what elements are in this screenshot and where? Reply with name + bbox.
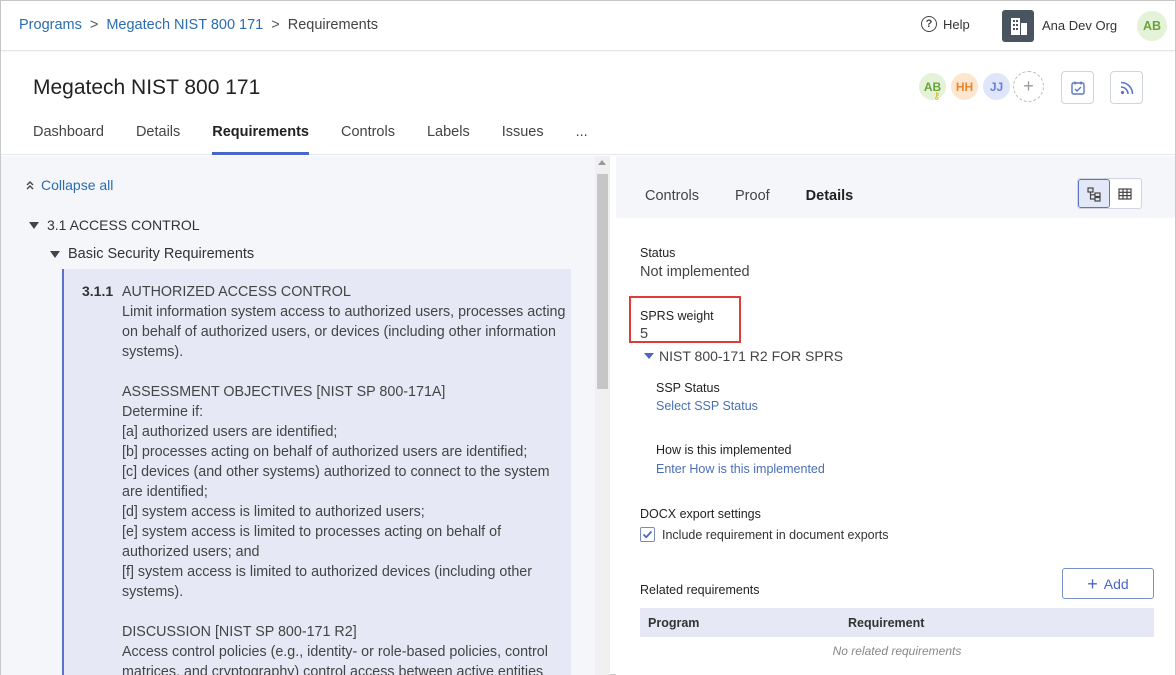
- double-chevron-up-icon: [26, 181, 34, 190]
- details-panel: Controls Proof Details Status Not implem…: [616, 156, 1175, 675]
- scroll-up-icon[interactable]: [598, 160, 606, 165]
- member-avatar[interactable]: JJ: [981, 71, 1012, 102]
- building-icon[interactable]: [1002, 10, 1034, 42]
- key-icon: ⚷: [933, 91, 941, 102]
- program-tabs: Dashboard Details Requirements Controls …: [33, 124, 620, 155]
- nist-group-toggle[interactable]: NIST 800-171 R2 FOR SPRS: [644, 348, 843, 364]
- left-scrollbar[interactable]: [595, 156, 610, 675]
- org-name[interactable]: Ana Dev Org: [1042, 18, 1117, 33]
- breadcrumb: Programs > Megatech NIST 800 171 > Requireme…: [19, 17, 378, 33]
- add-related-button[interactable]: + Add: [1062, 568, 1154, 599]
- tab-proof[interactable]: Proof: [735, 188, 770, 204]
- details-tab-bar: Controls Proof Details: [616, 156, 1175, 218]
- tab-labels[interactable]: Labels: [427, 124, 470, 155]
- breadcrumb-program[interactable]: Megatech NIST 800 171: [106, 17, 263, 33]
- status-value[interactable]: Not implemented: [640, 264, 750, 280]
- breadcrumb-separator: >: [271, 17, 280, 33]
- breadcrumb-current: Requirements: [287, 17, 378, 33]
- collapse-all-label: Collapse all: [41, 177, 114, 193]
- tree-view-button[interactable]: [1078, 179, 1110, 208]
- checkmark-icon: [642, 530, 653, 539]
- view-toggle: [1077, 178, 1142, 209]
- plus-icon: +: [1087, 573, 1098, 594]
- requirement-number: 3.1.1: [82, 283, 114, 299]
- calendar-check-icon: [1070, 81, 1085, 95]
- tab-dashboard[interactable]: Dashboard: [33, 124, 104, 155]
- column-requirement[interactable]: Requirement: [848, 616, 924, 630]
- rss-icon: [1120, 81, 1133, 94]
- help-button[interactable]: ? Help: [921, 16, 970, 32]
- tab-controls[interactable]: Controls: [341, 124, 395, 155]
- requirement-line: [d] system access is limited to authoriz…: [122, 504, 425, 520]
- requirement-card[interactable]: 3.1.1 AUTHORIZED ACCESS CONTROL Limit in…: [62, 269, 571, 675]
- calendar-check-button[interactable]: [1061, 71, 1094, 104]
- caret-down-icon: [644, 353, 654, 359]
- enter-how-implemented-link[interactable]: Enter How is this implemented: [656, 462, 825, 476]
- sprs-weight-value: 5: [640, 326, 649, 342]
- include-in-export-label[interactable]: Include requirement in document exports: [662, 528, 889, 542]
- scroll-thumb[interactable]: [597, 174, 608, 389]
- section-label: 3.1 ACCESS CONTROL: [47, 217, 200, 233]
- requirement-line: Access control policies (e.g., identity-…: [122, 644, 548, 675]
- table-header: Program Requirement: [640, 608, 1154, 637]
- requirement-line: Determine if:: [122, 404, 204, 420]
- table-view-button[interactable]: [1110, 179, 1141, 208]
- collapse-all-button[interactable]: Collapse all: [25, 177, 113, 193]
- nist-group-label: NIST 800-171 R2 FOR SPRS: [659, 348, 844, 364]
- how-implemented-label: How is this implemented: [656, 443, 792, 457]
- column-program[interactable]: Program: [648, 616, 848, 630]
- tab-details[interactable]: Details: [136, 124, 180, 155]
- sprs-weight-label: SPRS weight: [640, 309, 714, 323]
- tab-issues[interactable]: Issues: [502, 124, 544, 155]
- top-bar: Programs > Megatech NIST 800 171 > Requireme…: [1, 1, 1175, 51]
- tab-more[interactable]: ...: [576, 124, 588, 155]
- member-avatar[interactable]: HH: [949, 71, 980, 102]
- status-label: Status: [640, 246, 676, 260]
- select-ssp-status-link[interactable]: Select SSP Status: [656, 399, 758, 413]
- help-label: Help: [943, 16, 970, 32]
- ssp-status-label: SSP Status: [656, 381, 720, 395]
- include-in-export-checkbox[interactable]: [640, 527, 655, 542]
- tab-requirements[interactable]: Requirements: [212, 124, 309, 155]
- requirements-tree-panel: Collapse all 3.1 ACCESS CONTROL Basic Se…: [1, 156, 595, 675]
- breadcrumb-separator: >: [89, 17, 99, 33]
- tree-section[interactable]: 3.1 ACCESS CONTROL: [29, 217, 200, 233]
- add-member-button[interactable]: +: [1013, 71, 1044, 102]
- include-in-export-row: Include requirement in document exports: [640, 527, 889, 542]
- docx-export-label: DOCX export settings: [640, 507, 761, 521]
- requirement-line: [e] system access is limited to processe…: [122, 524, 502, 560]
- page-title: Megatech NIST 800 171: [33, 76, 261, 99]
- user-avatar[interactable]: AB: [1137, 11, 1167, 41]
- tree-view-icon: [1087, 186, 1101, 202]
- requirement-line: Limit information system access to autho…: [122, 304, 566, 360]
- help-icon: ?: [921, 16, 937, 32]
- requirement-line: [c] devices (and other systems) authoriz…: [122, 464, 550, 500]
- related-requirements-table: Program Requirement No related requireme…: [640, 608, 1154, 665]
- tab-details[interactable]: Details: [806, 188, 854, 204]
- breadcrumb-programs[interactable]: Programs: [19, 17, 82, 33]
- tab-controls[interactable]: Controls: [645, 188, 699, 204]
- tree-subsection[interactable]: Basic Security Requirements: [50, 246, 254, 262]
- requirement-line: [f] system access is limited to authoriz…: [122, 564, 533, 600]
- related-requirements-label: Related requirements: [640, 583, 760, 597]
- requirement-line: ASSESSMENT OBJECTIVES [NIST SP 800-171A]: [122, 384, 446, 400]
- program-header: Megatech NIST 800 171 AB ⚷ HH JJ + Dashb…: [1, 52, 1175, 155]
- requirement-line: [a] authorized users are identified;: [122, 424, 338, 440]
- table-view-icon: [1118, 187, 1132, 200]
- caret-down-icon[interactable]: [50, 250, 60, 258]
- requirement-line: AUTHORIZED ACCESS CONTROL: [122, 284, 351, 300]
- table-empty-message: No related requirements: [832, 644, 962, 658]
- requirement-line: DISCUSSION [NIST SP 800-171 R2]: [122, 624, 357, 640]
- caret-down-icon[interactable]: [29, 221, 39, 229]
- rss-feed-button[interactable]: [1110, 71, 1143, 104]
- requirement-line: [b] processes acting on behalf of author…: [122, 444, 528, 460]
- subsection-label: Basic Security Requirements: [68, 246, 255, 262]
- requirement-text: AUTHORIZED ACCESS CONTROL Limit informat…: [122, 282, 567, 675]
- add-label: Add: [1103, 575, 1129, 592]
